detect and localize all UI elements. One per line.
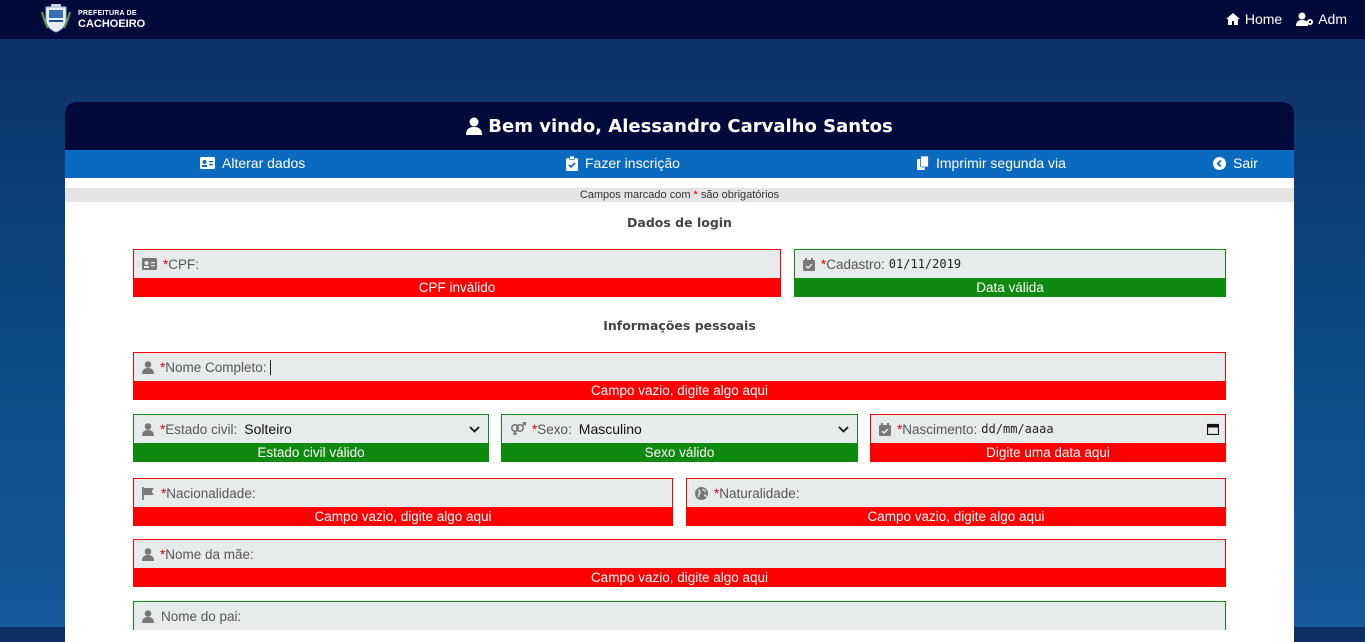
user-icon: [466, 117, 483, 135]
naturalidade-field[interactable]: * Naturalidade: Campo vazio, digite algo …: [686, 478, 1226, 526]
cadastro-label: Cadastro:: [826, 256, 885, 272]
chevron-circle-left-icon: [1213, 156, 1226, 170]
logo-line2: CACHOEIRO: [78, 18, 146, 30]
logo[interactable]: PREFEITURA DE CACHOEIRO: [40, 4, 145, 34]
alterar-dados-label: Alterar dados: [222, 155, 306, 171]
alterar-dados-link[interactable]: Alterar dados: [200, 155, 305, 171]
sexo-label: Sexo:: [537, 421, 572, 437]
user-icon: [142, 547, 154, 561]
nome-pai-field[interactable]: Nome do pai:: [133, 601, 1226, 630]
nascimento-input[interactable]: dd/mm/aaaa: [981, 422, 1053, 436]
globe-icon: [695, 486, 708, 500]
required-fields-note: Campos marcado com * são obrigatórios: [65, 188, 1294, 202]
estado-civil-field[interactable]: * Estado civil: Solteiro Estado civil vál…: [133, 414, 489, 462]
estado-civil-status-message: Estado civil válido: [133, 443, 489, 462]
home-icon: [1225, 13, 1240, 25]
section-title-login: Dados de login: [627, 215, 732, 230]
copy-icon: [917, 156, 929, 170]
estado-civil-select[interactable]: Solteiro: [244, 421, 469, 437]
calendar-check-icon: [879, 422, 891, 436]
top-navbar: PREFEITURA DE CACHOEIRO Home Adm: [0, 0, 1365, 39]
nome-mae-field[interactable]: * Nome da mãe: Campo vazio, digite algo a…: [133, 539, 1226, 587]
sexo-field[interactable]: * Sexo: Masculino Sexo válido: [501, 414, 858, 462]
nome-completo-field[interactable]: * Nome Completo: Campo vazio, digite algo…: [133, 352, 1226, 400]
id-card-icon: [200, 157, 215, 169]
estado-civil-label: Estado civil:: [165, 421, 238, 437]
naturalidade-label: Naturalidade:: [719, 485, 800, 501]
sexo-status-message: Sexo válido: [501, 443, 858, 462]
cadastro-status-message: Data válida: [794, 278, 1226, 297]
nascimento-field[interactable]: * Nascimento: dd/mm/aaaa Digite uma data …: [870, 414, 1226, 462]
profile-card: Bem vindo, Alessandro Carvalho Santos Al…: [65, 102, 1294, 642]
action-menu: Alterar dados Fazer inscrição Imprimir s…: [65, 150, 1294, 178]
clipboard-check-icon: [566, 155, 578, 171]
text-cursor: [269, 359, 271, 375]
welcome-text: Bem vindo, Alessandro Carvalho Santos: [488, 115, 893, 137]
fazer-inscricao-label: Fazer inscrição: [585, 155, 680, 171]
nascimento-status-message: Digite uma data aqui: [870, 443, 1226, 462]
user-icon: [142, 422, 154, 436]
user-cog-icon: [1296, 12, 1314, 26]
cadastro-input[interactable]: 01/11/2019: [889, 257, 961, 271]
nav-home-label: Home: [1244, 11, 1283, 27]
chevron-down-icon[interactable]: [469, 425, 480, 433]
naturalidade-status-message: Campo vazio, digite algo aqui: [686, 507, 1226, 526]
nascimento-label: Nascimento:: [902, 421, 978, 437]
user-icon: [142, 360, 154, 374]
calendar-check-icon: [803, 257, 815, 271]
nacionalidade-label: Nacionalidade:: [166, 485, 256, 501]
city-crest-icon: [41, 4, 71, 33]
nav-adm-label: Adm: [1318, 11, 1347, 27]
nome-mae-status-message: Campo vazio, digite algo aqui: [133, 568, 1226, 587]
section-title-pessoais: Informações pessoais: [603, 318, 756, 333]
nome-mae-label: Nome da mãe:: [165, 546, 254, 562]
sair-link[interactable]: Sair: [1213, 155, 1258, 171]
chevron-down-icon[interactable]: [838, 425, 849, 433]
cadastro-field[interactable]: * Cadastro: 01/11/2019 Data válida: [794, 249, 1226, 297]
sair-label: Sair: [1233, 155, 1258, 171]
nome-pai-label: Nome do pai:: [161, 608, 242, 624]
nacionalidade-field[interactable]: * Nacionalidade: Campo vazio, digite algo…: [133, 478, 673, 526]
nacionalidade-status-message: Campo vazio, digite algo aqui: [133, 507, 673, 526]
cpf-field[interactable]: * CPF: CPF inválido: [133, 249, 781, 297]
calendar-picker-icon[interactable]: [1207, 423, 1219, 435]
venus-mars-icon: [510, 422, 526, 436]
welcome-header: Bem vindo, Alessandro Carvalho Santos: [65, 102, 1294, 150]
nav-adm-link[interactable]: Adm: [1296, 11, 1347, 27]
cpf-label: CPF:: [168, 256, 200, 272]
cpf-status-message: CPF inválido: [133, 278, 781, 297]
imprimir-segunda-via-label: Imprimir segunda via: [936, 155, 1066, 171]
nome-completo-status-message: Campo vazio, digite algo aqui: [133, 381, 1226, 400]
user-icon: [142, 609, 154, 623]
nav-home-link[interactable]: Home: [1225, 11, 1282, 27]
nome-completo-label: Nome Completo:: [165, 359, 267, 375]
id-card-icon: [142, 258, 157, 270]
imprimir-segunda-via-link[interactable]: Imprimir segunda via: [917, 155, 1066, 171]
fazer-inscricao-link[interactable]: Fazer inscrição: [566, 155, 680, 171]
flag-icon: [142, 486, 154, 500]
sexo-select[interactable]: Masculino: [579, 421, 838, 437]
